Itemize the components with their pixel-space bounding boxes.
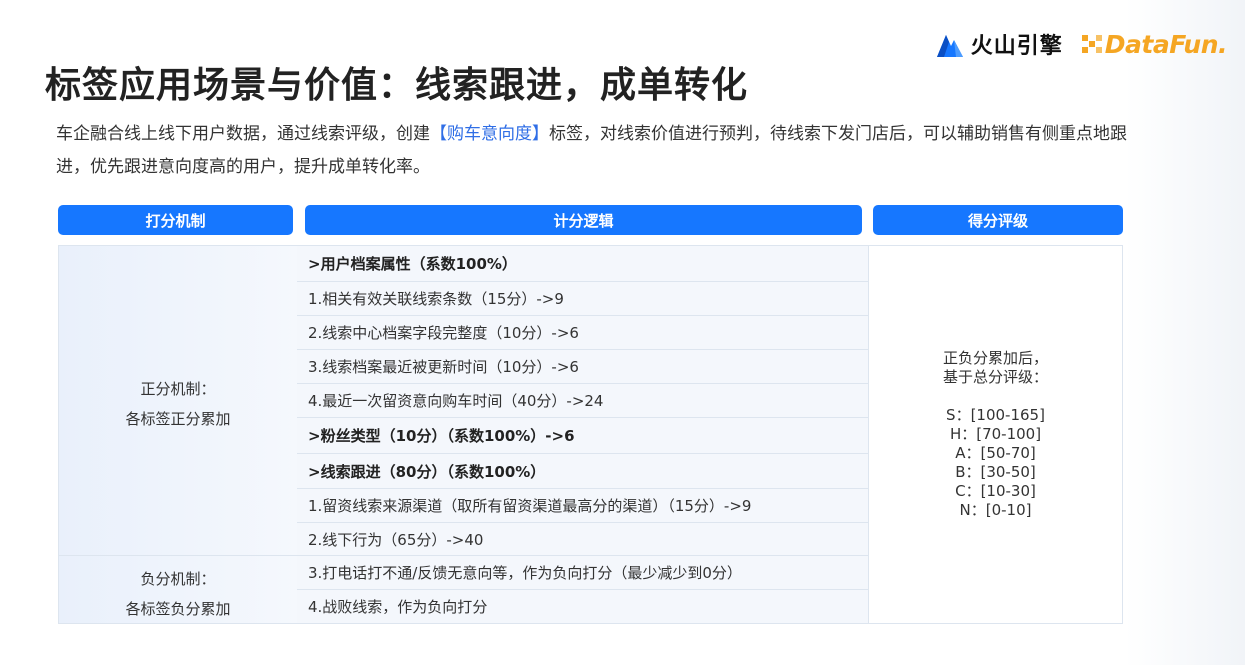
logic-column: >用户档案属性（系数100%） 1.相关有效关联线索条数（15分）->9 2.线… [297,246,869,623]
description-highlight: 【购车意向度】 [430,124,549,144]
grade-intro-1: 正负分累加后， [942,349,1048,367]
logic-row: 3.打电话打不通/反馈无意向等，作为负向打分（最少减少到0分） [297,556,868,590]
grade-level: A：[50-70] [955,444,1036,462]
positive-mechanism-title: 正分机制： [140,380,216,398]
grade-column: 正负分累加后， 基于总分评级： S：[100-165] H：[70-100] A… [869,246,1122,623]
header-logic: 计分逻辑 [305,205,862,235]
background-fade [1125,0,1245,665]
negative-mechanism-title: 负分机制： [140,570,216,588]
header-grade: 得分评级 [873,205,1123,235]
negative-mechanism: 负分机制： 各标签负分累加 [59,564,297,624]
logic-row: >用户档案属性（系数100%） [297,246,868,282]
grade-level: B：[30-50] [955,463,1036,481]
logic-row: 3.线索档案最近被更新时间（10分）->6 [297,350,868,384]
negative-mechanism-desc: 各标签负分累加 [125,600,231,618]
datafun-mark-icon [1081,35,1102,53]
volcano-engine-logo: 火山引擎 [935,28,1063,60]
description-part1: 车企融合线上线下用户数据，通过线索评级，创建 [56,124,430,144]
logic-row: >线索跟进（80分）（系数100%） [297,454,868,489]
logic-row: 4.最近一次留资意向购车时间（40分）->24 [297,384,868,418]
logo-area: 火山引擎 DataFun. [935,28,1228,60]
grade-level: H：[70-100] [949,425,1042,443]
volcano-mountain-icon [936,35,963,57]
grade-intro-2: 基于总分评级： [942,368,1048,386]
logic-row: 2.线索中心档案字段完整度（10分）->6 [297,316,868,350]
logic-row: 1.留资线索来源渠道（取所有留资渠道最高分的渠道）（15分）->9 [297,489,868,523]
positive-mechanism-desc: 各标签正分累加 [125,410,231,428]
volcano-engine-text: 火山引擎 [970,34,1063,59]
page-title: 标签应用场景与价值：线索跟进，成单转化 [45,65,749,106]
logic-row: 1.相关有效关联线索条数（15分）->9 [297,282,868,316]
mechanism-divider [59,555,297,556]
mechanism-column: 正分机制： 各标签正分累加 负分机制： 各标签负分累加 [59,246,298,623]
grade-level: N：[0-10] [959,501,1032,519]
positive-mechanism: 正分机制： 各标签正分累加 [59,374,297,434]
header-mechanism: 打分机制 [58,205,293,235]
description: 车企融合线上线下用户数据，通过线索评级，创建【购车意向度】标签，对线索价值进行预… [56,118,1146,184]
logic-row: >粉丝类型（10分）（系数100%）->6 [297,418,868,454]
scoring-table: 正分机制： 各标签正分累加 负分机制： 各标签负分累加 >用户档案属性（系数10… [58,245,1123,624]
datafun-logo: DataFun. [1081,29,1228,59]
grade-level: C：[10-30] [955,482,1036,500]
logic-row: 2.线下行为（65分）->40 [297,523,868,556]
logic-row: 4.战败线索，作为负向打分 [308,598,488,616]
grade-level: S：[100-165] [946,406,1045,424]
datafun-text: DataFun. [1104,29,1228,59]
